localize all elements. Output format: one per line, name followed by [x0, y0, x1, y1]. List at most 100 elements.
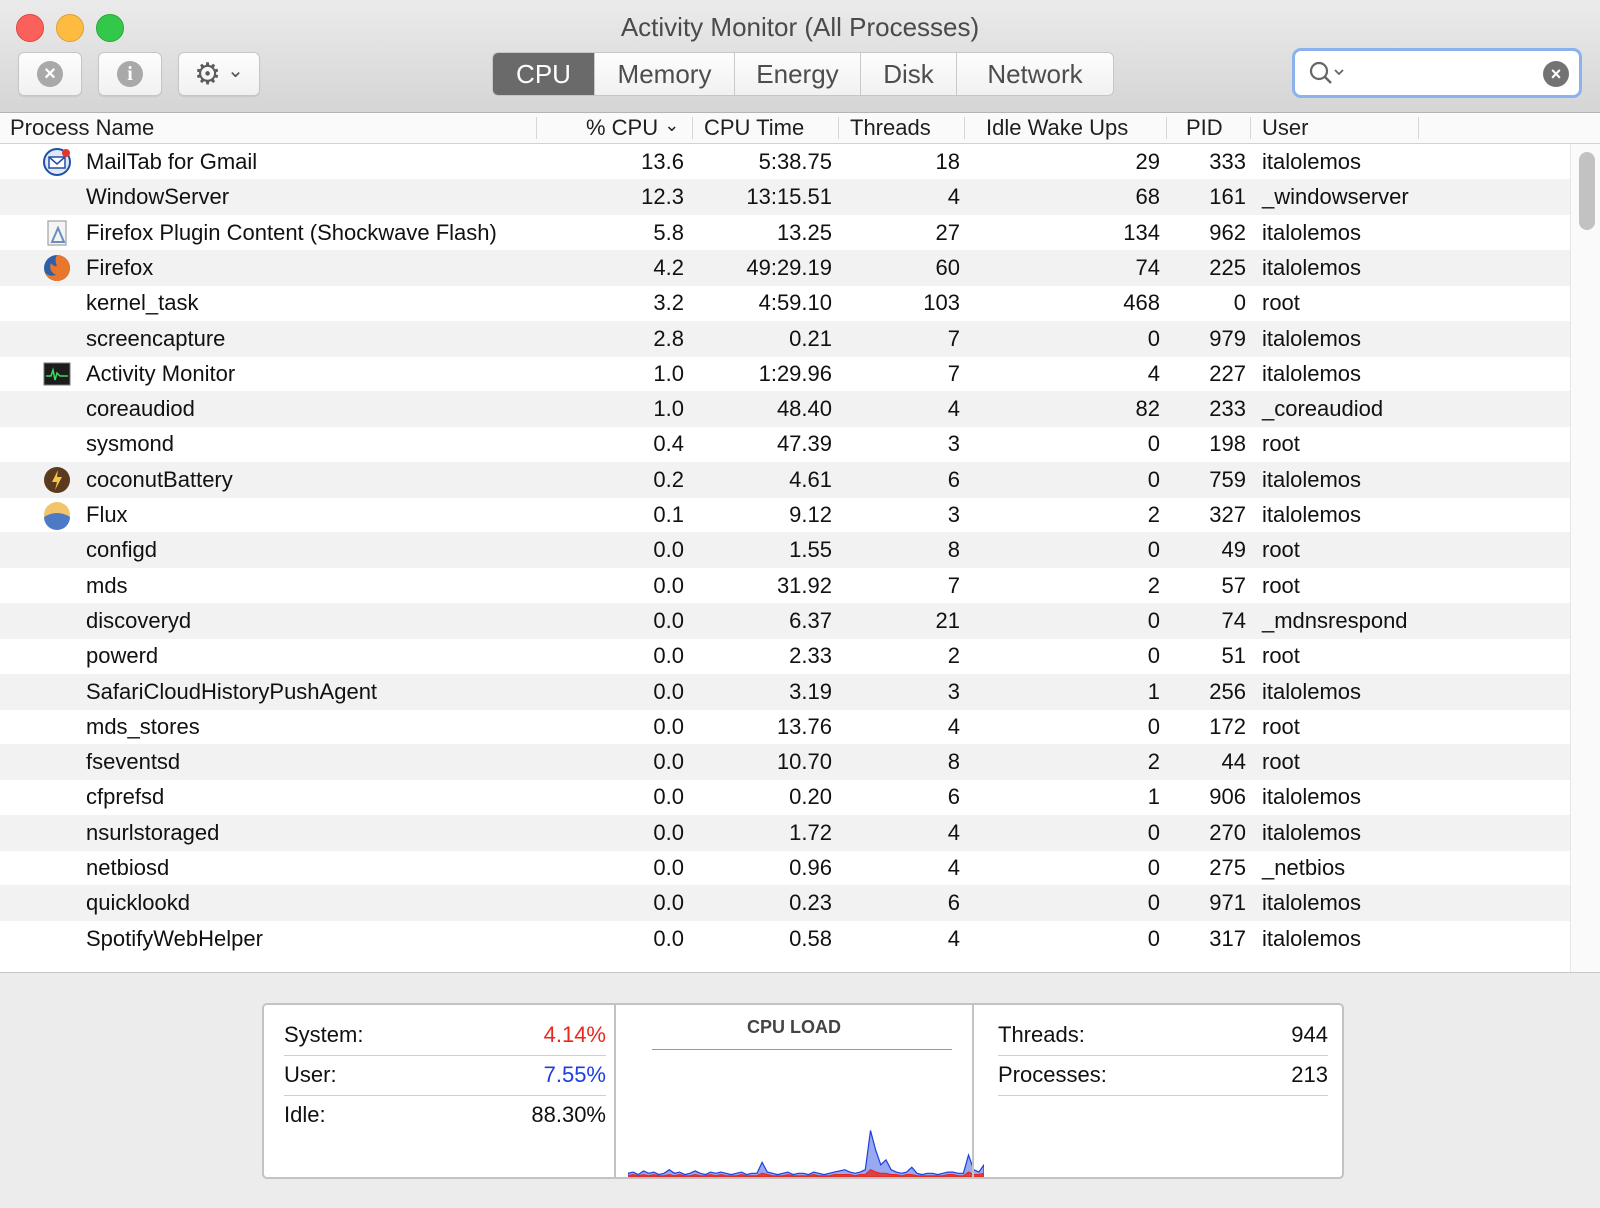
process-name-cell: cfprefsd: [86, 784, 165, 810]
scrollbar-thumb[interactable]: [1579, 152, 1595, 230]
pid-cell: 962: [1209, 219, 1246, 245]
user-cell: _coreaudiod: [1262, 396, 1384, 422]
cpu-load-title: CPU LOAD: [747, 1017, 841, 1037]
table-row[interactable]: Activity Monitor 1.0 1:29.96 7 4 227 italolemo…: [0, 356, 1600, 392]
table-row[interactable]: powerd 0.0 2.33 2 0 51 root: [0, 638, 1600, 674]
table-row[interactable]: mds_stores 0.0 13.76 4 0 172 root: [0, 709, 1600, 745]
cpu-percent-cell: 5.8: [653, 219, 684, 245]
table-row[interactable]: fseventsd 0.0 10.70 8 2 44 root: [0, 744, 1600, 781]
table-row[interactable]: SafariCloudHistoryPushAgent 0.0 3.19 3 1 256 i…: [0, 673, 1600, 710]
user-value: 7.55%: [543, 1062, 606, 1087]
tab-network[interactable]: Network: [957, 53, 1113, 95]
cpu-percent-cell: 4.2: [653, 254, 684, 280]
cpu-load-series-user: [628, 1130, 984, 1177]
process-name-cell: netbiosd: [86, 855, 170, 880]
action-menu-button[interactable]: ⚙ ⌄: [178, 52, 260, 96]
threads-cell: 103: [923, 290, 960, 316]
table-row[interactable]: Firefox 4.2 49:29.19 60 74 225 italolemos: [0, 249, 1600, 286]
clear-search-button[interactable]: ×: [1543, 61, 1569, 87]
cpu-time-cell: 4:59.10: [758, 290, 832, 316]
tab-memory[interactable]: Memory: [595, 53, 735, 95]
process-name-cell: quicklookd: [86, 890, 190, 916]
table-row[interactable]: coreaudiod 1.0 48.40 4 82 233 _coreaudiod: [0, 391, 1600, 428]
idle-wake-ups-cell: 134: [1123, 219, 1160, 245]
tab-energy[interactable]: Energy: [735, 53, 861, 95]
view-tabs: CPU Memory Energy Disk Network: [492, 52, 1114, 96]
user-cell: _mdnsrespond: [1262, 607, 1408, 633]
idle-wake-ups-cell: 0: [1147, 607, 1160, 633]
table-row[interactable]: mds 0.0 31.92 7 2 57 root: [0, 568, 1600, 604]
process-name-cell: WindowServer: [86, 184, 230, 210]
threads-cell: 7: [947, 572, 960, 598]
table-row[interactable]: kernel_task 3.2 4:59.10 103 468 0 root: [0, 285, 1600, 321]
process-name-cell: sysmond: [86, 431, 175, 457]
quit-process-button[interactable]: ×: [18, 52, 82, 96]
search-field[interactable]: ×: [1292, 48, 1582, 98]
process-name-cell: Flux: [86, 502, 128, 527]
table-row[interactable]: configd 0.0 1.55 8 0 49 root: [0, 532, 1600, 569]
table-row[interactable]: WindowServer 12.3 13:15.51 4 68 161 _windowser…: [0, 179, 1600, 216]
user-cell: root: [1262, 749, 1300, 775]
column-user[interactable]: User: [1262, 113, 1308, 143]
pid-cell: 333: [1209, 149, 1246, 174]
process-name-cell: powerd: [86, 643, 159, 669]
tab-cpu[interactable]: CPU: [493, 53, 595, 95]
idle-wake-ups-cell: 82: [1135, 396, 1160, 422]
threads-cell: 3: [947, 431, 960, 457]
cpu-percent-cell: 13.6: [641, 149, 684, 174]
column-cpu[interactable]: % CPU ⌄: [586, 113, 679, 143]
pid-cell: 44: [1221, 749, 1246, 775]
inspect-process-button[interactable]: i: [98, 52, 162, 96]
process-name-cell: Activity Monitor: [86, 360, 236, 386]
processes-value: 213: [1291, 1062, 1328, 1087]
table-row[interactable]: quicklookd 0.0 0.23 6 0 971 italolemos: [0, 885, 1600, 922]
process-name-cell: kernel_task: [86, 290, 199, 316]
idle-stat: Idle: 88.30%: [284, 1095, 606, 1135]
table-row[interactable]: nsurlstoraged 0.0 1.72 4 0 270 italolemos: [0, 814, 1600, 851]
threads-cell: 4: [947, 396, 960, 422]
column-process-name[interactable]: Process Name: [10, 113, 154, 143]
table-row[interactable]: cfprefsd 0.0 0.20 6 1 906 italolemos: [0, 779, 1600, 815]
threads-cell: 6: [947, 466, 960, 492]
pid-cell: 979: [1209, 325, 1246, 351]
table-row[interactable]: discoveryd 0.0 6.37 21 0 74 _mdnsrespond: [0, 602, 1600, 639]
column-pid[interactable]: PID: [1186, 113, 1223, 143]
pid-cell: 49: [1221, 537, 1246, 563]
table-row[interactable]: netbiosd 0.0 0.96 4 0 275 _netbios: [0, 850, 1600, 886]
column-idle-wake-ups[interactable]: Idle Wake Ups: [986, 113, 1128, 143]
cpu-percent-cell: 0.0: [653, 784, 684, 810]
user-cell: _netbios: [1262, 855, 1346, 880]
table-row[interactable]: screencapture 2.8 0.21 7 0 979 italolemos: [0, 320, 1600, 357]
process-name-cell: screencapture: [86, 325, 226, 351]
threads-cell: 2: [947, 643, 960, 669]
user-cell: root: [1262, 713, 1300, 739]
user-cell: italolemos: [1262, 502, 1362, 527]
pid-cell: 327: [1209, 502, 1246, 527]
table-row[interactable]: sysmond 0.4 47.39 3 0 198 root: [0, 426, 1600, 462]
process-name-cell: coconutBattery: [86, 466, 233, 492]
pid-cell: 317: [1209, 925, 1246, 951]
tab-disk[interactable]: Disk: [861, 53, 957, 95]
threads-cell: 8: [947, 537, 960, 563]
threads-cell: 3: [947, 678, 960, 704]
cpu-time-cell: 47.39: [776, 431, 832, 457]
threads-cell: 27: [935, 219, 960, 245]
table-row[interactable]: SpotifyWebHelper 0.0 0.58 4 0 317 italolemos: [0, 921, 1600, 957]
threads-cell: 8: [947, 749, 960, 775]
table-row[interactable]: Firefox Plugin Content (Shockwave Flash)…: [0, 215, 1600, 251]
column-cpu-time[interactable]: CPU Time: [704, 113, 804, 143]
cpu-time-cell: 49:29.19: [746, 254, 832, 280]
column-threads[interactable]: Threads: [850, 113, 931, 143]
title-bar: Activity Monitor (All Processes) × i ⚙ ⌄…: [0, 0, 1600, 113]
scrollbar-track[interactable]: [1570, 144, 1600, 972]
table-row[interactable]: MailTab for Gmail 13.6 5:38.75 18 29 333 italo…: [0, 144, 1600, 180]
cpu-time-cell: 13:15.51: [746, 184, 832, 210]
window-title: Activity Monitor (All Processes): [620, 12, 980, 42]
table-row[interactable]: Flux 0.1 9.12 3 2 327 italolemos: [0, 497, 1600, 533]
cpu-percent-cell: 0.0: [653, 572, 684, 598]
cpu-time-cell: 0.20: [789, 784, 832, 810]
table-row[interactable]: coconutBattery 0.2 4.61 6 0 759 italolemos: [0, 461, 1600, 498]
user-cell: root: [1262, 290, 1300, 316]
idle-wake-ups-cell: 0: [1147, 466, 1160, 492]
threads-cell: 7: [947, 325, 960, 351]
